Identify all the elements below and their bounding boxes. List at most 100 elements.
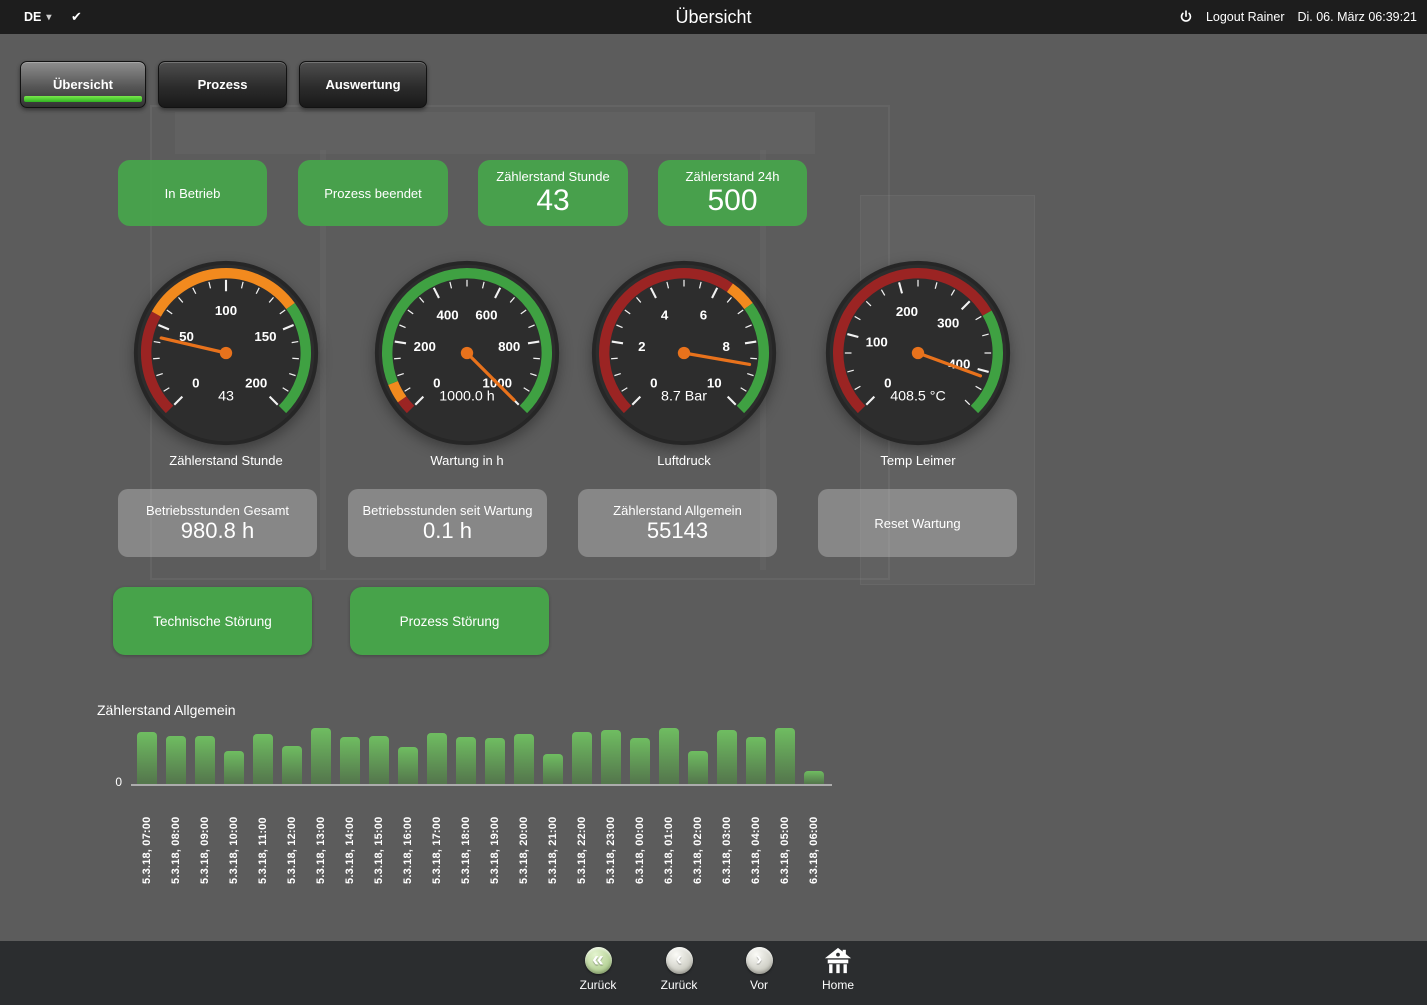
- status-in-betrieb: In Betrieb: [118, 160, 267, 226]
- tab-uebersicht[interactable]: Übersicht: [20, 61, 146, 108]
- status-zaehlerstand-24h: Zählerstand 24h500: [658, 160, 807, 226]
- logout-button[interactable]: Logout Rainer: [1206, 10, 1285, 24]
- tab-prozess[interactable]: Prozess: [158, 61, 287, 108]
- svg-text:100: 100: [215, 303, 237, 318]
- x-axis-label: 5.3.18, 16:00: [398, 792, 418, 884]
- reset-wartung-button[interactable]: Reset Wartung: [818, 489, 1017, 557]
- nav-forward-button[interactable]: ›Vor: [719, 947, 799, 992]
- x-axis-label-text: 5.3.18, 13:00: [315, 792, 327, 884]
- status-prozess-beendet: Prozess beendet: [298, 160, 448, 226]
- power-icon[interactable]: [1179, 10, 1193, 24]
- svg-text:10: 10: [707, 376, 722, 391]
- status-card-label: Zählerstand Stunde: [496, 169, 609, 184]
- nav-back-fast-button[interactable]: « Zurück: [558, 947, 638, 992]
- svg-text:4: 4: [661, 307, 669, 322]
- x-axis-label-text: 6.3.18, 04:00: [750, 792, 762, 884]
- x-axis-label: 5.3.18, 12:00: [282, 792, 302, 884]
- tab-auswertung[interactable]: Auswertung: [299, 61, 427, 108]
- x-axis-label: 5.3.18, 11:00: [253, 792, 273, 884]
- chart-bar: [224, 751, 244, 784]
- x-axis-label-text: 5.3.18, 11:00: [257, 792, 269, 884]
- chart-bar: [514, 734, 534, 784]
- svg-text:200: 200: [896, 304, 918, 319]
- chart-bar: [804, 771, 824, 784]
- nav-back-button[interactable]: ‹Zurück: [639, 947, 719, 992]
- x-axis-label: 6.3.18, 05:00: [775, 792, 795, 884]
- gauge-temp-leimer: 0100200300400408.5 °C: [823, 258, 1013, 453]
- x-axis-line: [131, 784, 832, 786]
- technische-stoerung-button[interactable]: Technische Störung: [113, 587, 312, 655]
- x-axis-label-text: 5.3.18, 16:00: [402, 792, 414, 884]
- chart-bar: [456, 737, 476, 784]
- svg-text:200: 200: [245, 376, 267, 391]
- svg-text:600: 600: [475, 307, 497, 322]
- card-betriebsstunden-seit-wartung: Betriebsstunden seit Wartung0.1 h: [348, 489, 547, 557]
- prozess-stoerung-button[interactable]: Prozess Störung: [350, 587, 549, 655]
- chart-bar: [340, 737, 360, 784]
- x-axis-label: 6.3.18, 03:00: [717, 792, 737, 884]
- chart-bar: [311, 728, 331, 784]
- chart-bar: [601, 730, 621, 784]
- x-axis-label-text: 6.3.18, 01:00: [663, 792, 675, 884]
- status-card-value: 500: [707, 186, 757, 217]
- x-axis-label: 5.3.18, 18:00: [456, 792, 476, 884]
- x-axis-label-text: 6.3.18, 00:00: [634, 792, 646, 884]
- datetime-label: Di. 06. März 06:39:21: [1297, 10, 1417, 24]
- language-label: DE: [24, 10, 41, 24]
- chart-bar: [775, 728, 795, 784]
- x-axis-label: 6.3.18, 01:00: [659, 792, 679, 884]
- x-axis-label: 5.3.18, 08:00: [166, 792, 186, 884]
- status-card-value: 43: [536, 186, 569, 217]
- language-selector[interactable]: DE ▾: [24, 0, 51, 34]
- x-axis-label: 5.3.18, 10:00: [224, 792, 244, 884]
- x-axis-label-text: 5.3.18, 17:00: [431, 792, 443, 884]
- svg-text:0: 0: [650, 376, 657, 391]
- card-betriebsstunden-gesamt: Betriebsstunden Gesamt980.8 h: [118, 489, 317, 557]
- x-axis-label: 5.3.18, 19:00: [485, 792, 505, 884]
- x-axis-label: 6.3.18, 00:00: [630, 792, 650, 884]
- bar-series: [137, 728, 824, 784]
- x-axis-label-text: 5.3.18, 18:00: [460, 792, 472, 884]
- x-axis-label: 5.3.18, 23:00: [601, 792, 621, 884]
- double-chevron-left-icon: «: [585, 947, 612, 974]
- status-zaehlerstand-stunde: Zählerstand Stunde 43: [478, 160, 628, 226]
- gauge-luftdruck-label: Luftdruck: [574, 453, 794, 468]
- x-axis-label: 6.3.18, 02:00: [688, 792, 708, 884]
- chevron-down-icon: ▾: [46, 12, 51, 23]
- x-axis-label-text: 6.3.18, 02:00: [692, 792, 704, 884]
- nav-home-button[interactable]: Home: [798, 947, 878, 992]
- hmi-screen: DE ▾ ✔ Übersicht Logout Rainer Di. 06. M…: [0, 0, 1427, 1005]
- x-axis-label-text: 5.3.18, 10:00: [228, 792, 240, 884]
- svg-text:400: 400: [436, 307, 458, 322]
- x-axis-label: 5.3.18, 21:00: [543, 792, 563, 884]
- gauge-wartung-label: Wartung in h: [357, 453, 577, 468]
- chart-bar: [485, 738, 505, 784]
- x-axis-label: 5.3.18, 14:00: [340, 792, 360, 884]
- nav-label: Zurück: [580, 978, 617, 992]
- chart-bar: [369, 736, 389, 784]
- svg-text:6: 6: [700, 307, 707, 322]
- top-bar: DE ▾ ✔ Übersicht Logout Rainer Di. 06. M…: [0, 0, 1427, 34]
- chevron-left-icon: ‹: [666, 947, 693, 974]
- x-axis-label-text: 5.3.18, 08:00: [170, 792, 182, 884]
- x-axis-label-text: 5.3.18, 22:00: [576, 792, 588, 884]
- x-axis-label: 5.3.18, 22:00: [572, 792, 592, 884]
- home-icon: [822, 947, 854, 974]
- info-card-value: 55143: [647, 519, 708, 542]
- chart-bar: [282, 746, 302, 784]
- status-card-label: Prozess beendet: [324, 186, 422, 201]
- svg-text:300: 300: [937, 315, 959, 330]
- x-axis-label-text: 5.3.18, 23:00: [605, 792, 617, 884]
- nav-label: Home: [822, 978, 854, 992]
- svg-text:800: 800: [498, 339, 520, 354]
- x-axis-label-text: 5.3.18, 20:00: [518, 792, 530, 884]
- status-card-label: In Betrieb: [165, 186, 221, 201]
- chart-bar: [195, 736, 215, 784]
- x-axis-label: 5.3.18, 07:00: [137, 792, 157, 884]
- x-axis-label-text: 5.3.18, 14:00: [344, 792, 356, 884]
- background-shape: [175, 112, 815, 154]
- x-axis-label: 6.3.18, 06:00: [804, 792, 824, 884]
- gauge-zaehlerstand-stunde: 05010015020043: [131, 258, 321, 453]
- x-axis-labels: 5.3.18, 07:005.3.18, 08:005.3.18, 09:005…: [137, 792, 824, 884]
- svg-text:408.5 °C: 408.5 °C: [890, 389, 946, 405]
